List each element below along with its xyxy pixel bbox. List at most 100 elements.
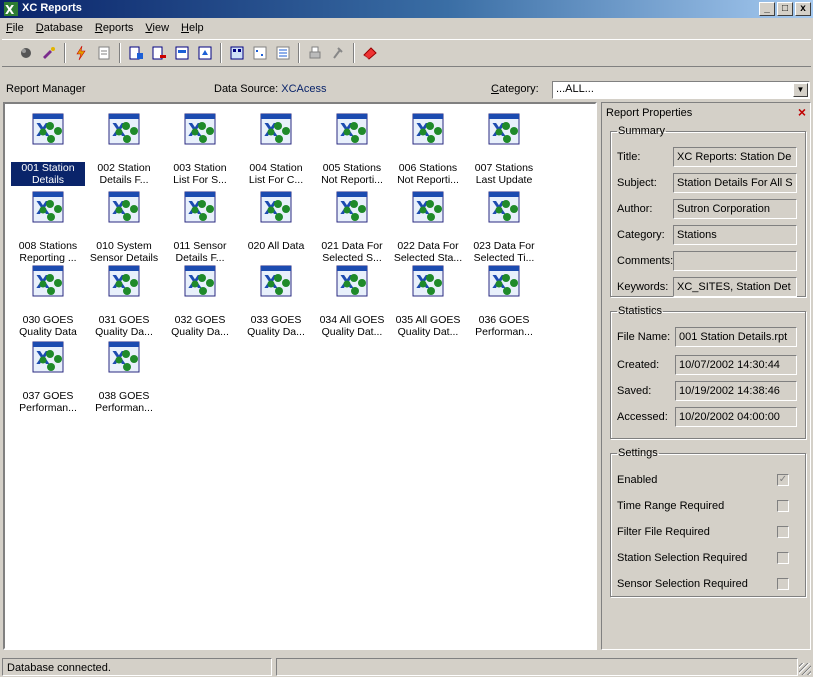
category-field[interactable]: Stations bbox=[673, 225, 797, 245]
report-item[interactable]: X 030 GOES Quality Data bbox=[11, 264, 85, 338]
created-field[interactable]: 10/07/2002 14:30:44 bbox=[675, 355, 797, 375]
report-item-label: 023 Data For Selected Ti... bbox=[473, 240, 535, 264]
report-item[interactable]: X 001 Station Details bbox=[10, 112, 86, 187]
report-item[interactable]: X 036 GOES Performan... bbox=[467, 264, 541, 338]
setting-checkbox[interactable] bbox=[777, 526, 789, 538]
status-text: Database connected. bbox=[2, 658, 272, 676]
svg-text:X: X bbox=[5, 3, 15, 16]
resize-grip-icon[interactable] bbox=[799, 663, 811, 675]
author-field[interactable]: Sutron Corporation bbox=[673, 199, 797, 219]
report-item[interactable]: X 005 Stations Not Reporti... bbox=[315, 112, 389, 186]
report-icon: X bbox=[336, 113, 368, 145]
report-list[interactable]: X 001 Station Details X 002 Station Details… bbox=[3, 102, 597, 650]
menu-reports[interactable]: Reports bbox=[89, 20, 140, 37]
category-label: Category: bbox=[491, 83, 539, 95]
menu-database[interactable]: Database bbox=[30, 20, 89, 37]
report-item-label: 020 All Data bbox=[247, 240, 305, 252]
accessed-field[interactable]: 10/20/2002 04:00:00 bbox=[675, 407, 797, 427]
report-icon: X bbox=[336, 191, 368, 223]
eraser-icon[interactable] bbox=[360, 43, 380, 63]
report-item[interactable]: X 010 System Sensor Details bbox=[87, 190, 161, 264]
subject-field[interactable]: Station Details For All S bbox=[673, 173, 797, 193]
report-item-label: 031 GOES Quality Da... bbox=[95, 314, 153, 338]
report-item-label: 030 GOES Quality Data bbox=[19, 314, 77, 338]
data-source-label: Data Source: bbox=[214, 83, 279, 95]
report-icon: X bbox=[108, 341, 140, 373]
category-dropdown-value: ...ALL... bbox=[556, 83, 594, 95]
setting-checkbox[interactable] bbox=[777, 578, 789, 590]
comments-label: Comments: bbox=[617, 255, 674, 267]
keywords-field[interactable]: XC_SITES, Station Det bbox=[673, 277, 797, 297]
insert-report-icon[interactable] bbox=[126, 43, 146, 63]
close-icon[interactable]: × bbox=[798, 104, 806, 120]
menu-file[interactable]: File bbox=[0, 20, 30, 37]
open-icon[interactable] bbox=[16, 43, 36, 63]
title-field[interactable]: XC Reports: Station De bbox=[673, 147, 797, 167]
report-item[interactable]: X 022 Data For Selected Sta... bbox=[391, 190, 465, 264]
toolbar bbox=[2, 39, 811, 67]
lightning-icon[interactable] bbox=[71, 43, 91, 63]
report-icon: X bbox=[108, 113, 140, 145]
setting-checkbox[interactable]: ✓ bbox=[777, 474, 789, 486]
report-item[interactable]: X 034 All GOES Quality Dat... bbox=[315, 264, 389, 338]
report-icon: X bbox=[488, 265, 520, 297]
report-icon: X bbox=[336, 265, 368, 297]
filename-field[interactable]: 001 Station Details.rpt bbox=[675, 327, 797, 347]
report-item-label: 021 Data For Selected S... bbox=[321, 240, 383, 264]
minimize-button[interactable]: _ bbox=[759, 2, 775, 16]
report-item[interactable]: X 008 Stations Reporting ... bbox=[11, 190, 85, 264]
chevron-down-icon[interactable]: ▼ bbox=[793, 83, 808, 97]
setting-label: Station Selection Required bbox=[617, 552, 748, 564]
toolbar-separator bbox=[298, 43, 300, 63]
category-dropdown[interactable]: ...ALL... ▼ bbox=[552, 81, 810, 99]
wizard-icon[interactable] bbox=[39, 43, 59, 63]
accessed-label: Accessed: bbox=[617, 411, 668, 423]
print-preview-icon[interactable] bbox=[172, 43, 192, 63]
report-item[interactable]: X 038 GOES Performan... bbox=[87, 340, 161, 414]
info-bar: Report Manager Data Source: XCAcess Cate… bbox=[2, 80, 811, 100]
close-window-button[interactable]: x bbox=[795, 2, 811, 16]
setting-checkbox[interactable] bbox=[777, 500, 789, 512]
maximize-button[interactable]: □ bbox=[777, 2, 793, 16]
report-icon: X bbox=[184, 191, 216, 223]
report-item-label: 007 Stations Last Update bbox=[474, 162, 534, 186]
report-item[interactable]: X 006 Stations Not Reporti... bbox=[391, 112, 465, 186]
report-icon: X bbox=[412, 265, 444, 297]
setting-row: Sensor Selection Required bbox=[617, 577, 797, 593]
report-item[interactable]: X 035 All GOES Quality Dat... bbox=[391, 264, 465, 338]
category-prop-label: Category: bbox=[617, 229, 665, 241]
report-item[interactable]: X 003 Station List For S... bbox=[163, 112, 237, 186]
report-item[interactable]: X 004 Station List For C... bbox=[239, 112, 313, 186]
menu-view[interactable]: View bbox=[139, 20, 175, 37]
report-item[interactable]: X 023 Data For Selected Ti... bbox=[467, 190, 541, 264]
details-view-icon[interactable] bbox=[273, 43, 293, 63]
comments-field[interactable] bbox=[673, 251, 797, 271]
report-item[interactable]: X 031 GOES Quality Da... bbox=[87, 264, 161, 338]
subject-label: Subject: bbox=[617, 177, 657, 189]
report-item[interactable]: X 037 GOES Performan... bbox=[11, 340, 85, 414]
document-icon[interactable] bbox=[94, 43, 114, 63]
report-icon: X bbox=[260, 113, 292, 145]
print-icon[interactable] bbox=[305, 43, 325, 63]
large-icons-icon[interactable] bbox=[227, 43, 247, 63]
remove-report-icon[interactable] bbox=[149, 43, 169, 63]
data-source-value[interactable]: XCAcess bbox=[281, 83, 326, 95]
menu-help[interactable]: Help bbox=[175, 20, 210, 37]
report-item[interactable]: X 011 Sensor Details F... bbox=[163, 190, 237, 264]
report-icon: X bbox=[32, 191, 64, 223]
small-icons-icon[interactable] bbox=[250, 43, 270, 63]
setting-row: Enabled ✓ bbox=[617, 473, 797, 489]
report-item[interactable]: X 033 GOES Quality Da... bbox=[239, 264, 313, 338]
report-item[interactable]: X 007 Stations Last Update bbox=[467, 112, 541, 186]
report-item[interactable]: X 002 Station Details F... bbox=[87, 112, 161, 186]
saved-field[interactable]: 10/19/2002 14:38:46 bbox=[675, 381, 797, 401]
report-item[interactable]: X 032 GOES Quality Da... bbox=[163, 264, 237, 338]
toolbar-separator bbox=[220, 43, 222, 63]
report-item[interactable]: X 020 All Data bbox=[239, 190, 313, 252]
report-item[interactable]: X 021 Data For Selected S... bbox=[315, 190, 389, 264]
setting-checkbox[interactable] bbox=[777, 552, 789, 564]
tools-icon[interactable] bbox=[328, 43, 348, 63]
author-label: Author: bbox=[617, 203, 653, 215]
export-icon[interactable] bbox=[195, 43, 215, 63]
report-icon: X bbox=[32, 341, 64, 373]
